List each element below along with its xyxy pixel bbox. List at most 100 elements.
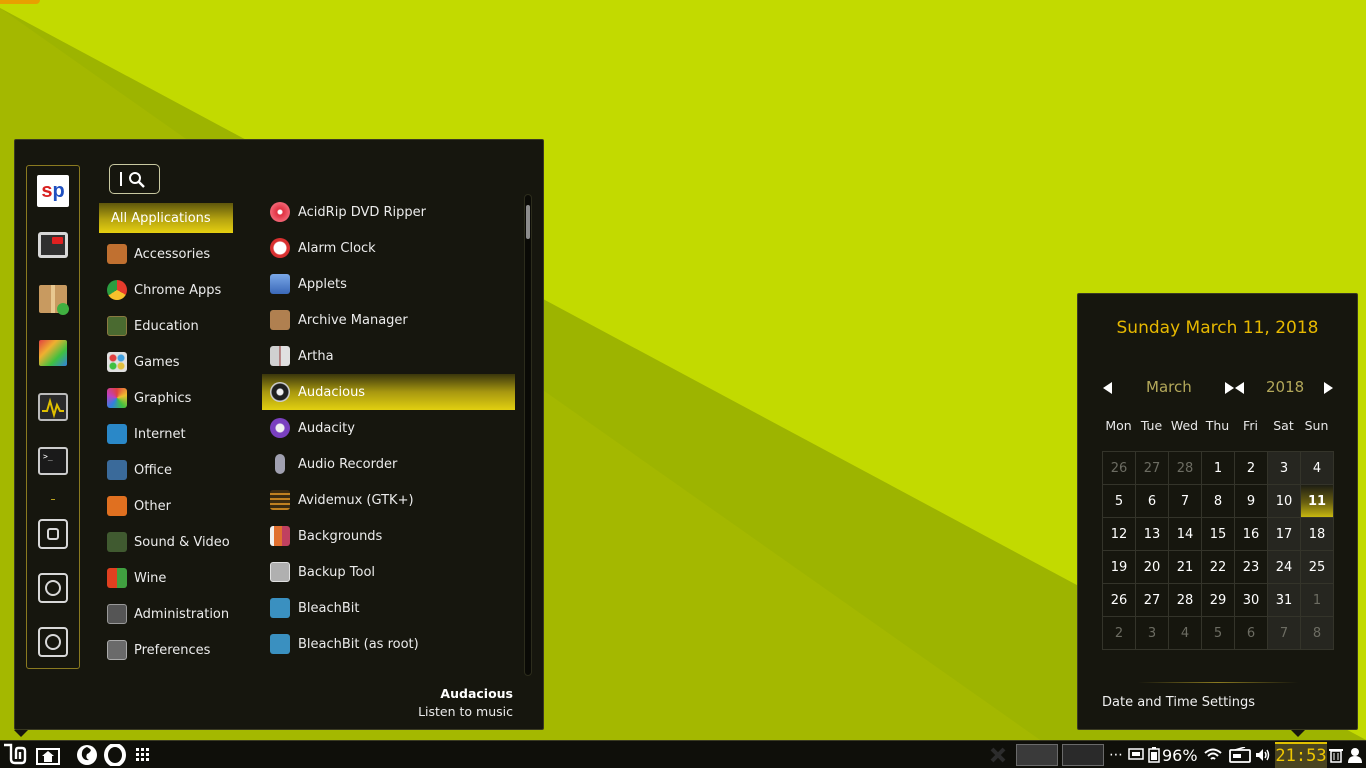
next-year-icon[interactable] xyxy=(1235,382,1244,394)
calendar-day[interactable]: 17 xyxy=(1268,518,1301,551)
calendar-day[interactable]: 9 xyxy=(1235,485,1268,518)
calendar-day[interactable]: 27 xyxy=(1136,584,1169,617)
calendar-day[interactable]: 12 xyxy=(1103,518,1136,551)
keyboard-layout-icon[interactable] xyxy=(1127,745,1145,765)
category-sound-video[interactable]: Sound & Video xyxy=(99,524,235,560)
calendar-day[interactable]: 22 xyxy=(1202,551,1235,584)
app-item-applets[interactable]: Applets xyxy=(262,266,515,302)
calendar-day[interactable]: 6 xyxy=(1235,617,1268,650)
calendar-day[interactable]: 4 xyxy=(1301,452,1334,485)
volume-icon[interactable] xyxy=(1254,745,1272,765)
calendar-day[interactable]: 2 xyxy=(1235,452,1268,485)
calendar-day[interactable]: 30 xyxy=(1235,584,1268,617)
category-education[interactable]: Education xyxy=(99,308,235,344)
youtube-tv-icon[interactable] xyxy=(37,229,69,261)
calendar-day[interactable]: 21 xyxy=(1169,551,1202,584)
category-accessories[interactable]: Accessories xyxy=(99,236,235,272)
workspace-2[interactable] xyxy=(1062,744,1104,766)
calendar-day[interactable]: 3 xyxy=(1136,617,1169,650)
calendar-day[interactable]: 26 xyxy=(1103,452,1136,485)
calendar-day[interactable]: 25 xyxy=(1301,551,1334,584)
calendar-day[interactable]: 31 xyxy=(1268,584,1301,617)
workspace-1[interactable] xyxy=(1016,744,1058,766)
category-administration[interactable]: Administration xyxy=(99,596,235,632)
firefox-icon[interactable] xyxy=(76,745,98,765)
calendar-day[interactable]: 20 xyxy=(1136,551,1169,584)
terminal-icon[interactable]: >_ xyxy=(37,445,69,477)
calendar-day[interactable]: 27 xyxy=(1136,452,1169,485)
calendar-day[interactable]: 23 xyxy=(1235,551,1268,584)
calendar-day[interactable]: 7 xyxy=(1268,617,1301,650)
calendar-day[interactable]: 2 xyxy=(1103,617,1136,650)
prev-year-icon[interactable] xyxy=(1225,382,1234,394)
app-item-bleachbit-root[interactable]: BleachBit (as root) xyxy=(262,626,515,662)
trash-icon[interactable] xyxy=(1328,745,1344,765)
more-icon[interactable]: ⋯ xyxy=(1108,745,1124,765)
calendar-day[interactable]: 24 xyxy=(1268,551,1301,584)
calendar-day[interactable]: 18 xyxy=(1301,518,1334,551)
app-item-alarm-clock[interactable]: Alarm Clock xyxy=(262,230,515,266)
category-chrome-apps[interactable]: Chrome Apps xyxy=(99,272,235,308)
calendar-day[interactable]: 11 xyxy=(1301,485,1334,518)
calendar-day[interactable]: 1 xyxy=(1202,452,1235,485)
battery-icon[interactable] xyxy=(1146,745,1162,765)
app-item-backup-tool[interactable]: Backup Tool xyxy=(262,554,515,590)
calendar-day[interactable]: 26 xyxy=(1103,584,1136,617)
calendar-day[interactable]: 19 xyxy=(1103,551,1136,584)
category-wine[interactable]: Wine xyxy=(99,560,235,596)
category-preferences[interactable]: Preferences xyxy=(99,632,235,668)
calendar-day[interactable]: 14 xyxy=(1169,518,1202,551)
application-list-scrollbar[interactable] xyxy=(524,194,532,676)
user-icon[interactable] xyxy=(1346,745,1364,765)
scrollbar-thumb[interactable] xyxy=(526,205,530,239)
app-item-audio-recorder[interactable]: Audio Recorder xyxy=(262,446,515,482)
category-games[interactable]: Games xyxy=(99,344,235,380)
calendar-day[interactable]: 7 xyxy=(1169,485,1202,518)
mint-menu-icon[interactable] xyxy=(2,743,28,767)
app-item-artha[interactable]: Artha xyxy=(262,338,515,374)
search-input[interactable] xyxy=(109,164,160,194)
category-internet[interactable]: Internet xyxy=(99,416,235,452)
prev-month-icon[interactable] xyxy=(1103,382,1112,394)
calendar-day[interactable]: 5 xyxy=(1202,617,1235,650)
shutdown-button[interactable] xyxy=(38,627,68,657)
calendar-day[interactable]: 16 xyxy=(1235,518,1268,551)
wifi-icon[interactable] xyxy=(1203,745,1223,765)
package-icon[interactable] xyxy=(37,283,69,315)
category-graphics[interactable]: Graphics xyxy=(99,380,235,416)
opera-icon[interactable] xyxy=(104,744,126,766)
home-folder-icon[interactable] xyxy=(36,745,60,765)
calendar-day[interactable]: 4 xyxy=(1169,617,1202,650)
calendar-day[interactable]: 6 xyxy=(1136,485,1169,518)
calendar-day[interactable]: 10 xyxy=(1268,485,1301,518)
app-item-audacity[interactable]: Audacity xyxy=(262,410,515,446)
calendar-day[interactable]: 1 xyxy=(1301,584,1334,617)
calendar-day[interactable]: 28 xyxy=(1169,584,1202,617)
sp-icon[interactable]: sp xyxy=(37,175,69,207)
calendar-day[interactable]: 8 xyxy=(1301,617,1334,650)
system-monitor-icon[interactable] xyxy=(37,391,69,423)
app-item-audacious[interactable]: Audacious xyxy=(262,374,515,410)
category-office[interactable]: Office xyxy=(99,452,235,488)
calendar-day[interactable]: 29 xyxy=(1202,584,1235,617)
calendar-day[interactable]: 8 xyxy=(1202,485,1235,518)
app-item-avidemux[interactable]: Avidemux (GTK+) xyxy=(262,482,515,518)
panel-clock[interactable]: 21:53 xyxy=(1275,742,1327,768)
color-icon[interactable] xyxy=(37,337,69,369)
next-month-icon[interactable] xyxy=(1324,382,1333,394)
logout-button[interactable] xyxy=(38,573,68,603)
lock-screen-button[interactable] xyxy=(38,519,68,549)
date-time-settings-link[interactable]: Date and Time Settings xyxy=(1102,695,1255,710)
calendar-day[interactable]: 15 xyxy=(1202,518,1235,551)
calendar-day[interactable]: 13 xyxy=(1136,518,1169,551)
app-grid-icon[interactable] xyxy=(135,745,151,765)
calendar-day[interactable]: 28 xyxy=(1169,452,1202,485)
app-item-acidrip[interactable]: AcidRip DVD Ripper xyxy=(262,194,515,230)
app-item-archive-manager[interactable]: Archive Manager xyxy=(262,302,515,338)
radio-icon[interactable] xyxy=(1228,745,1252,765)
category-other[interactable]: Other xyxy=(99,488,235,524)
app-item-backgrounds[interactable]: Backgrounds xyxy=(262,518,515,554)
category-all-applications[interactable]: All Applications xyxy=(99,203,233,233)
calendar-day[interactable]: 3 xyxy=(1268,452,1301,485)
app-item-bleachbit[interactable]: BleachBit xyxy=(262,590,515,626)
